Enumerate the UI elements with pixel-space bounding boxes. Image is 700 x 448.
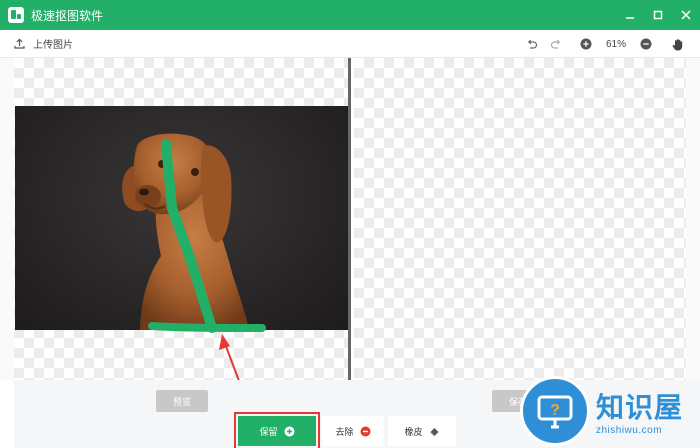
upload-icon <box>14 38 25 49</box>
undo-icon <box>527 39 538 49</box>
plus-circle-icon <box>284 426 294 436</box>
minus-circle-icon <box>360 426 370 436</box>
keep-brush-strokes <box>148 139 266 380</box>
eraser-mode-label: 橡皮 <box>404 426 423 437</box>
hand-icon <box>672 38 683 50</box>
window-controls <box>616 0 700 30</box>
redo-button[interactable] <box>544 32 568 56</box>
maximize-icon <box>653 10 663 20</box>
canvas-margin <box>0 58 14 380</box>
preview-label: 预览 <box>172 396 191 407</box>
watermark-url: zhishiwu.com <box>596 425 663 436</box>
close-icon <box>681 10 691 20</box>
watermark-text: 知识屋 <box>596 392 684 423</box>
upload-image-button[interactable]: 上传图片 <box>14 36 73 51</box>
watermark: ? 知识屋 zhishiwu.com <box>520 374 700 448</box>
minimize-button[interactable] <box>616 0 644 30</box>
zoom-out-icon <box>640 38 652 50</box>
zoom-in-icon <box>580 38 592 50</box>
title-bar: 极速抠图软件 <box>0 0 700 30</box>
split-divider[interactable] <box>348 58 351 380</box>
app-logo-icon <box>8 7 24 23</box>
close-button[interactable] <box>672 0 700 30</box>
toolbar: 上传图片 61% <box>0 30 700 58</box>
watermark-logo-icon: ? <box>520 376 590 446</box>
result-canvas[interactable] <box>354 58 686 380</box>
upload-label: 上传图片 <box>33 40 73 51</box>
zoom-out-button[interactable] <box>634 32 658 56</box>
eraser-mode-button[interactable]: 橡皮 <box>388 416 456 446</box>
eraser-icon <box>429 427 438 436</box>
undo-button[interactable] <box>520 32 544 56</box>
zoom-level: 61% <box>605 38 626 50</box>
svg-text:?: ? <box>550 402 560 419</box>
keep-mode-button[interactable]: 保留 <box>234 412 320 448</box>
remove-mode-button[interactable]: 去除 <box>322 416 384 446</box>
maximize-button[interactable] <box>644 0 672 30</box>
app-title: 极速抠图软件 <box>31 8 104 23</box>
hand-tool-button[interactable] <box>666 32 690 56</box>
minimize-icon <box>626 17 634 19</box>
source-canvas[interactable] <box>14 58 348 380</box>
keep-mode-label: 保留 <box>259 426 278 437</box>
redo-icon <box>550 39 561 49</box>
canvas-margin-right <box>686 58 700 380</box>
zoom-in-button[interactable] <box>574 32 598 56</box>
preview-button[interactable]: 预览 <box>156 390 208 412</box>
remove-mode-label: 去除 <box>335 426 354 437</box>
